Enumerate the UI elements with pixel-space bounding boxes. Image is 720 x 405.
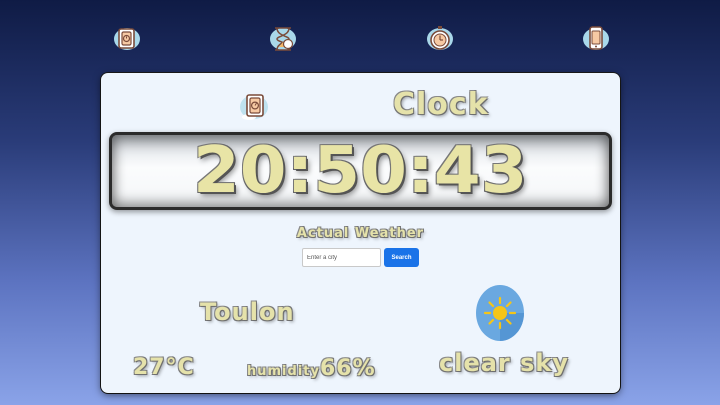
nav-hourglass-button[interactable]: [266, 22, 300, 54]
humidity: humidity 66%: [247, 356, 376, 381]
nav-stopwatch-button[interactable]: [423, 22, 457, 54]
sun-icon: [475, 284, 525, 342]
weather-heading: Actual Weather: [296, 226, 425, 241]
humidity-value: 66%: [319, 356, 376, 381]
watch-icon: [114, 28, 140, 50]
temperature: 27°C: [133, 355, 195, 380]
phone-icon: [583, 26, 609, 50]
stopwatch-icon: [427, 26, 453, 50]
clock-display: 20:50:43: [109, 132, 612, 210]
clock-title: Clock: [393, 87, 489, 122]
weather-description: clear sky: [439, 349, 570, 377]
clock-weather-card: Clock 20:50:43 Actual Weather Search Tou…: [101, 73, 620, 393]
watch-icon: [237, 88, 273, 124]
search-button[interactable]: Search: [384, 248, 419, 267]
hourglass-icon: [270, 27, 296, 51]
city-search-form: Search: [302, 248, 419, 267]
city-search-input[interactable]: [302, 248, 381, 267]
clock-time: 20:50:43: [193, 134, 528, 208]
nav-watch-button[interactable]: [110, 22, 144, 54]
nav-phone-button[interactable]: [579, 22, 613, 54]
top-navigation: [0, 0, 720, 74]
city-name: Toulon: [200, 298, 295, 326]
humidity-label: humidity: [247, 364, 320, 379]
